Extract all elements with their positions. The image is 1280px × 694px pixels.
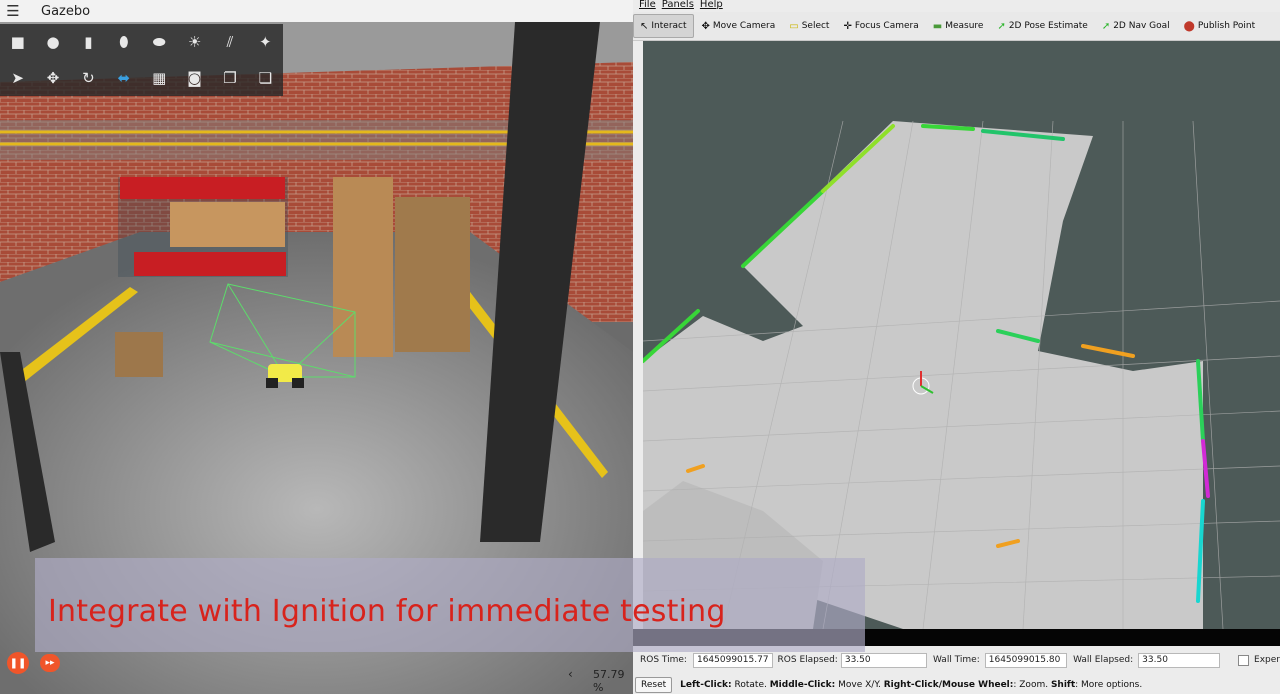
experimental-checkbox[interactable]: [1238, 654, 1250, 666]
transform-toolbar-row: ➤ ✥ ↻ ⬌ ▦ ◙ ❐ ❏: [0, 60, 283, 96]
ros-elapsed-label: ROS Elapsed:: [777, 655, 838, 665]
box-stack-right: [395, 197, 470, 352]
gazebo-toolbar: ■ ● ▮ ⬮ ⬬ ☀ ⫽ ✦ ➤ ✥ ↻ ⬌ ▦ ◙ ❐ ❏: [0, 24, 283, 96]
wall-elapsed-label: Wall Elapsed:: [1073, 655, 1134, 665]
ros-time-label: ROS Time:: [640, 655, 687, 665]
hamburger-menu-icon[interactable]: ☰: [0, 0, 26, 22]
pose-arrow-icon: ➚: [997, 20, 1006, 32]
middle-click-label: Middle-Click:: [769, 679, 836, 690]
wall-time-field[interactable]: 1645099015.80: [984, 652, 1068, 668]
tool-interact[interactable]: ↖ Interact: [633, 14, 694, 38]
capsule-icon[interactable]: ⬮: [106, 27, 141, 57]
tool-label: Interact: [651, 21, 687, 31]
box-stack-center: [333, 177, 393, 357]
ros-time-field[interactable]: 1645099015.77: [692, 652, 773, 668]
focus-icon: ✛: [843, 20, 852, 32]
wall-elapsed-field[interactable]: 33.50: [1138, 652, 1221, 668]
fast-forward-icon[interactable]: ▸▸: [40, 654, 60, 672]
status-bar: Reset Left-Click: Rotate. Middle-Click: …: [633, 675, 1280, 694]
caption-overlay: Integrate with Ignition for immediate te…: [35, 558, 865, 652]
menu-file[interactable]: File: [639, 0, 656, 12]
cursor-icon: ↖: [640, 20, 649, 32]
rviz-3d-view[interactable]: [643, 41, 1280, 629]
camera-icon[interactable]: ◙: [177, 63, 212, 93]
shift-label: Shift: [1050, 679, 1076, 690]
wall-time-label: Wall Time:: [932, 655, 980, 665]
move-camera-icon: ✥: [701, 20, 710, 32]
caption-text: Integrate with Ignition for immediate te…: [48, 594, 726, 629]
chevron-left-icon[interactable]: ‹: [568, 667, 573, 681]
tool-label: 2D Nav Goal: [1113, 21, 1170, 31]
tool-focus-camera[interactable]: ✛ Focus Camera: [837, 15, 924, 37]
rviz-menubar: File Panels Help: [633, 0, 1280, 12]
cylinder-icon[interactable]: ▮: [71, 27, 106, 57]
menu-help[interactable]: Help: [700, 0, 723, 12]
rviz-toolbar: ↖ Interact ✥ Move Camera ▭ Select ✛ Focu…: [633, 12, 1280, 41]
reset-button[interactable]: Reset: [635, 676, 673, 693]
experimental-label: Exper: [1254, 655, 1280, 665]
tool-2d-pose-estimate[interactable]: ➚ 2D Pose Estimate: [991, 15, 1093, 37]
tool-label: Measure: [945, 21, 984, 31]
left-click-label: Left-Click:: [680, 679, 732, 690]
crate: [115, 332, 163, 377]
select-box-icon: ▭: [789, 20, 799, 32]
tool-select[interactable]: ▭ Select: [783, 15, 835, 37]
gazebo-titlebar: ☰ Gazebo: [0, 0, 633, 22]
shapes-toolbar-row: ■ ● ▮ ⬮ ⬬ ☀ ⫽ ✦: [0, 24, 283, 60]
cube-icon[interactable]: ■: [0, 27, 35, 57]
rotate-icon[interactable]: ↻: [71, 63, 106, 93]
tool-label: Move Camera: [712, 21, 776, 31]
sun-icon[interactable]: ☀: [177, 27, 212, 57]
translate-icon[interactable]: ✥: [35, 63, 70, 93]
grid-icon[interactable]: ▦: [142, 63, 177, 93]
box-stack: [170, 202, 285, 247]
spot-light-icon[interactable]: ✦: [248, 27, 283, 57]
tool-label: Publish Point: [1197, 21, 1256, 31]
ros-elapsed-field[interactable]: 33.50: [840, 652, 927, 668]
tool-measure[interactable]: ▬ Measure: [927, 15, 990, 37]
map-pin-icon: ⬤: [1183, 20, 1195, 32]
real-time-factor: 57.79 %: [593, 668, 625, 694]
ellipsoid-icon[interactable]: ⬬: [142, 27, 177, 57]
select-icon[interactable]: ➤: [0, 63, 35, 93]
gazebo-title: Gazebo: [41, 3, 91, 19]
ruler-icon: ▬: [932, 20, 943, 32]
middle-click-desc: Move X/Y.: [835, 679, 884, 690]
tool-label: 2D Pose Estimate: [1008, 21, 1088, 31]
tool-2d-nav-goal[interactable]: ➚ 2D Nav Goal: [1096, 15, 1176, 37]
nav-arrow-icon: ➚: [1101, 20, 1111, 32]
paste-icon[interactable]: ❏: [248, 63, 283, 93]
tool-label: Focus Camera: [854, 21, 919, 31]
left-click-desc: Rotate.: [731, 679, 770, 690]
menu-panels[interactable]: Panels: [662, 0, 694, 12]
scale-icon[interactable]: ⬌: [106, 63, 141, 93]
pause-icon[interactable]: ❚❚: [7, 652, 29, 674]
right-click-label: Right-Click/Mouse Wheel:: [883, 679, 1014, 690]
copy-icon[interactable]: ❐: [212, 63, 247, 93]
sphere-icon[interactable]: ●: [35, 27, 70, 57]
tool-label: Select: [801, 21, 830, 31]
directional-light-icon[interactable]: ⫽: [212, 27, 247, 57]
shift-desc: : More options.: [1075, 679, 1143, 690]
tool-publish-point[interactable]: ⬤ Publish Point: [1178, 15, 1262, 37]
right-click-desc: : Zoom.: [1013, 679, 1051, 690]
tool-move-camera[interactable]: ✥ Move Camera: [696, 15, 782, 37]
